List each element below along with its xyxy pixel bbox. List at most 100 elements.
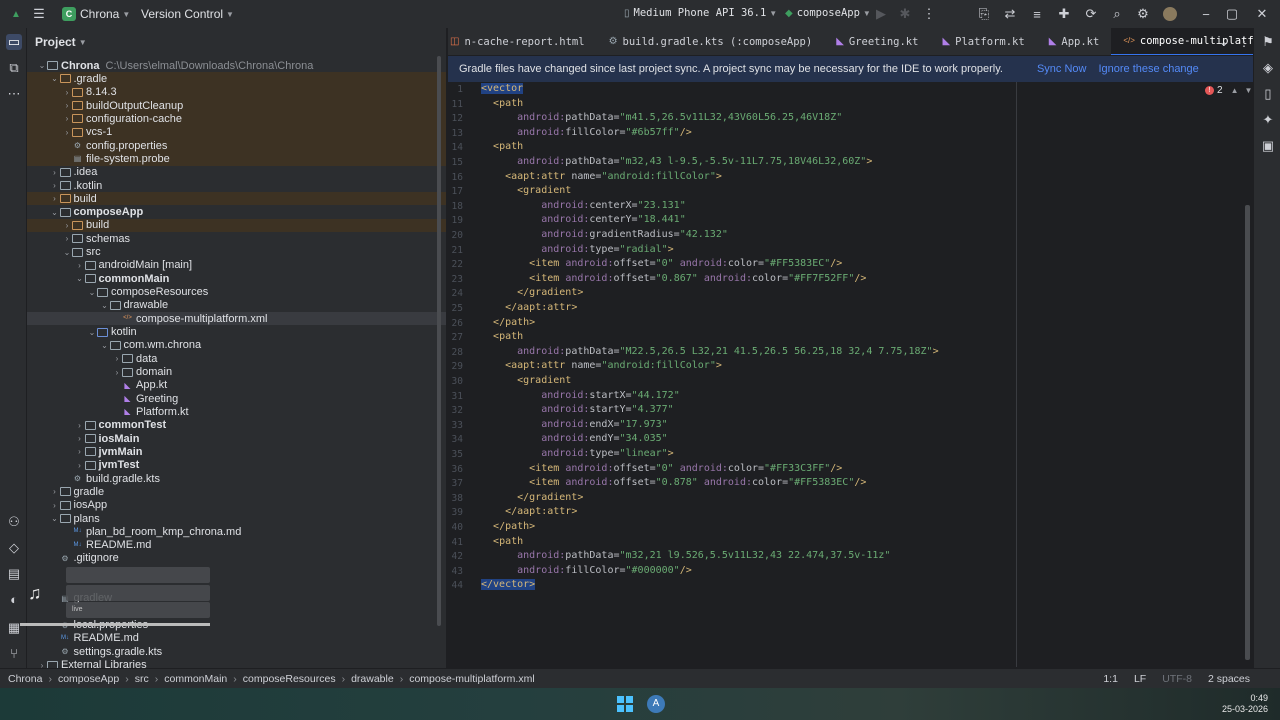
code-line[interactable]: android:pathData="m32,21 l9.526,5.5v11L3…: [481, 549, 890, 564]
translate-icon[interactable]: ⇄: [1002, 6, 1018, 22]
tree-item[interactable]: ⚙ config.properties: [27, 138, 446, 153]
breadcrumb-item[interactable]: drawable: [351, 673, 394, 685]
tree-item[interactable]: › External Libraries: [27, 658, 446, 668]
tree-item[interactable]: ⚙ settings.gradle.kts: [27, 645, 446, 658]
chevron-right-icon[interactable]: ›: [37, 661, 47, 668]
tree-item[interactable]: ⌄ .gradle: [27, 72, 446, 86]
code-line[interactable]: <vector: [481, 82, 524, 97]
caret-position[interactable]: 1:1: [1103, 673, 1118, 685]
code-line[interactable]: <gradient: [481, 184, 571, 199]
tree-item[interactable]: › 8.14.3: [27, 85, 446, 99]
search-icon[interactable]: ⌕: [1109, 6, 1125, 22]
code-line[interactable]: <aapt:attr name="android:fillColor">: [481, 359, 722, 374]
chevron-right-icon[interactable]: ›: [62, 128, 72, 137]
chevron-right-icon[interactable]: ›: [50, 181, 60, 190]
tree-item[interactable]: ⌄ composeResources: [27, 285, 446, 298]
code-line[interactable]: android:centerX="23.131": [481, 199, 686, 214]
tree-item[interactable]: › gradle: [27, 485, 446, 498]
sdk-manager-icon[interactable]: ≡: [1029, 6, 1045, 22]
tree-item[interactable]: ▤ file-system.probe: [27, 152, 446, 166]
chevron-down-icon[interactable]: ⌄: [87, 328, 97, 337]
breadcrumb-item[interactable]: compose-multiplatform.xml: [409, 673, 534, 685]
tree-item[interactable]: › build: [27, 218, 446, 233]
code-line[interactable]: android:type="radial">: [481, 243, 673, 258]
code-line[interactable]: </aapt:attr>: [481, 301, 577, 316]
device-manager-icon[interactable]: ⎘: [976, 6, 992, 22]
media-overlay[interactable]: ♫ live: [20, 565, 212, 626]
chevron-down-icon[interactable]: ▼: [1244, 86, 1252, 95]
chevron-down-icon[interactable]: ⌄: [50, 514, 60, 523]
run-config-selector[interactable]: ◆ composeApp ▼: [785, 7, 871, 19]
tree-item[interactable]: ⌄ kotlin: [27, 325, 446, 338]
code-line[interactable]: <gradient: [481, 374, 571, 389]
chevron-right-icon[interactable]: ›: [75, 261, 85, 270]
code-line[interactable]: <path: [481, 535, 523, 550]
code-line[interactable]: </gradient>: [481, 286, 583, 301]
tree-item[interactable]: ◣ Greeting: [27, 392, 446, 405]
tree-item[interactable]: </> compose-multiplatform.xml: [27, 312, 446, 326]
run-icon[interactable]: ▶: [873, 6, 889, 22]
code-line[interactable]: </gradient>: [481, 491, 583, 506]
code-line[interactable]: android:fillColor="#6b57ff"/>: [481, 126, 692, 141]
code-line[interactable]: <aapt:attr name="android:fillColor">: [481, 170, 722, 185]
chevron-down-icon[interactable]: ⌄: [62, 248, 72, 257]
device-manager-side-icon[interactable]: ▯: [1260, 86, 1276, 102]
chevron-down-icon[interactable]: ⌄: [100, 301, 110, 310]
code-line[interactable]: android:centerY="18.441": [481, 213, 686, 228]
breadcrumb-item[interactable]: src: [135, 673, 149, 685]
code-line[interactable]: <path: [481, 97, 523, 112]
tree-item[interactable]: › iosApp: [27, 499, 446, 512]
chevron-right-icon[interactable]: ›: [112, 368, 122, 377]
chevron-right-icon[interactable]: ›: [75, 461, 85, 470]
code-line[interactable]: <item android:offset="0" android:color="…: [481, 257, 842, 272]
tree-item[interactable]: › jvmTest: [27, 459, 446, 472]
tree-item[interactable]: › androidMain [main]: [27, 259, 446, 272]
code-editor[interactable]: <vector <path android:pathData="m41.5,26…: [481, 82, 1253, 667]
code-line[interactable]: </path>: [481, 316, 535, 331]
chevron-right-icon[interactable]: ›: [75, 447, 85, 456]
tree-item[interactable]: › build: [27, 192, 446, 206]
project-selector[interactable]: C Chrona ▼: [62, 7, 130, 21]
chevron-down-icon[interactable]: ⌄: [50, 208, 60, 217]
tree-item[interactable]: › iosMain: [27, 432, 446, 445]
code-line[interactable]: </path>: [481, 520, 535, 535]
tree-item[interactable]: › .idea: [27, 166, 446, 179]
chevron-right-icon[interactable]: ›: [75, 434, 85, 443]
git-icon[interactable]: ⑂: [6, 646, 22, 662]
gradle-icon[interactable]: ◈: [1260, 60, 1276, 76]
tree-item[interactable]: ⌄ Chrona C:\Users\elmal\Downloads\Chrona\C…: [27, 59, 446, 72]
tree-item[interactable]: › domain: [27, 365, 446, 378]
editor-more-icon[interactable]: ⋮: [1236, 34, 1252, 50]
editor-tab[interactable]: ◣ Greeting.kt: [824, 28, 930, 55]
tree-item[interactable]: ⌄ com.wm.chrona: [27, 339, 446, 352]
editor-tab[interactable]: ⚙ build.gradle.kts (:composeApp): [597, 28, 825, 55]
tree-item[interactable]: › schemas: [27, 232, 446, 245]
tree-item[interactable]: ⌄ drawable: [27, 299, 446, 312]
code-line[interactable]: android:endY="34.035": [481, 432, 667, 447]
minimize-icon[interactable]: −: [1198, 6, 1214, 22]
chevron-down-icon[interactable]: ⌄: [75, 274, 85, 283]
android-studio-taskbar-icon[interactable]: A: [647, 695, 665, 713]
chevron-right-icon[interactable]: ›: [75, 421, 85, 430]
code-line[interactable]: android:pathData="m41.5,26.5v11L32,43V60…: [481, 111, 842, 126]
tab-list-icon[interactable]: ⌄: [1216, 34, 1232, 50]
tree-item[interactable]: › .kotlin: [27, 179, 446, 192]
maximize-icon[interactable]: ▢: [1224, 6, 1240, 22]
code-line[interactable]: android:type="linear">: [481, 447, 673, 462]
chevron-down-icon[interactable]: ⌄: [37, 61, 47, 70]
main-menu-icon[interactable]: ☰: [31, 6, 47, 22]
gemini-icon[interactable]: ✦: [1260, 112, 1276, 128]
sync-now-link[interactable]: Sync Now: [1037, 63, 1087, 75]
chevron-right-icon[interactable]: ›: [62, 114, 72, 123]
tree-item[interactable]: ⌄ plans: [27, 512, 446, 525]
breadcrumb-item[interactable]: composeResources: [243, 673, 336, 685]
tree-item[interactable]: › commonTest: [27, 419, 446, 432]
ignore-changes-link[interactable]: Ignore these change: [1098, 63, 1198, 75]
chevron-up-icon[interactable]: ▲: [1231, 86, 1239, 95]
breadcrumb-item[interactable]: composeApp: [58, 673, 119, 685]
sync-icon[interactable]: ⟳: [1083, 6, 1099, 22]
code-line[interactable]: android:fillColor="#000000"/>: [481, 564, 692, 579]
gem-icon[interactable]: ◇: [6, 540, 22, 556]
tree-item[interactable]: ◣ App.kt: [27, 379, 446, 392]
tree-item[interactable]: › vcs-1: [27, 125, 446, 139]
